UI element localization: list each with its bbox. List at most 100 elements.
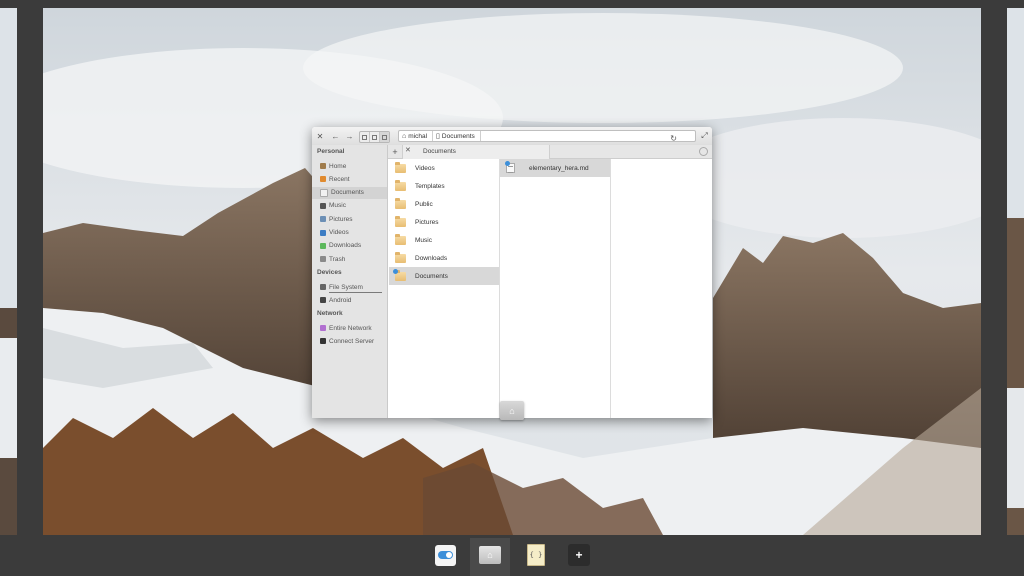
sidebar-item-label: Videos bbox=[329, 229, 349, 236]
folder-label: Pictures bbox=[415, 218, 439, 226]
folder-column: Videos Templates Public Pictures Music Downlo… bbox=[389, 159, 500, 418]
view-switcher bbox=[359, 131, 390, 143]
grid-icon bbox=[362, 134, 367, 140]
breadcrumb-documents[interactable]: ▯ Documents bbox=[433, 131, 481, 141]
network-icon bbox=[320, 325, 326, 331]
sidebar: Personal Home Recent Documents Music Picture… bbox=[312, 145, 388, 418]
arrow-left-icon: ← bbox=[331, 131, 340, 141]
breadcrumb-label: Documents bbox=[441, 132, 475, 140]
list-item[interactable]: Documents bbox=[389, 267, 499, 285]
tab-bar: + ✕ Documents bbox=[388, 145, 712, 159]
pictures-icon bbox=[320, 216, 326, 223]
phone-icon bbox=[320, 297, 326, 304]
workspace-preview-next[interactable] bbox=[1007, 8, 1024, 535]
sidebar-item-label: Downloads bbox=[329, 242, 362, 250]
folder-public-icon bbox=[395, 197, 406, 209]
icon-view-button[interactable] bbox=[360, 132, 370, 142]
tab-label: Documents bbox=[423, 148, 456, 155]
selection-badge-icon bbox=[393, 268, 398, 274]
plus-icon: + bbox=[392, 147, 398, 157]
home-icon bbox=[320, 163, 326, 169]
close-button[interactable]: ✕ bbox=[315, 130, 325, 142]
tab-history-icon[interactable] bbox=[699, 147, 708, 156]
folder-label: Downloads bbox=[415, 254, 448, 262]
folder-label: Templates bbox=[415, 182, 445, 190]
videos-icon bbox=[320, 229, 326, 236]
breadcrumb-home[interactable]: ⌂ michal bbox=[399, 131, 434, 141]
reload-icon[interactable]: ↻ bbox=[670, 134, 677, 143]
arrow-right-icon: → bbox=[345, 131, 354, 141]
wallpaper-image bbox=[0, 8, 17, 535]
list-view-button[interactable] bbox=[370, 132, 380, 142]
sidebar-item-android[interactable]: Android bbox=[312, 294, 387, 306]
new-tab-button[interactable]: + bbox=[390, 146, 400, 158]
sidebar-item-documents[interactable]: Documents bbox=[312, 186, 387, 199]
list-item[interactable]: Pictures bbox=[389, 213, 499, 231]
document-icon bbox=[320, 188, 328, 197]
sidebar-item-label: Documents bbox=[331, 189, 364, 197]
code-app-icon: { } bbox=[527, 544, 545, 566]
forward-button[interactable]: → bbox=[344, 130, 355, 142]
list-item[interactable]: Videos bbox=[389, 159, 499, 177]
dragged-folder-icon[interactable]: ⌂ bbox=[500, 401, 524, 420]
close-icon[interactable]: ✕ bbox=[405, 146, 411, 154]
sidebar-item-label: Home bbox=[329, 162, 347, 170]
sidebar-item-label: Music bbox=[329, 202, 346, 210]
sidebar-header-devices: Devices bbox=[317, 269, 342, 276]
list-item[interactable]: Downloads bbox=[389, 249, 499, 267]
sidebar-item-connect-server[interactable]: Connect Server bbox=[312, 335, 387, 347]
dock-item-files[interactable]: ⌂ bbox=[479, 543, 501, 567]
workspace-preview-previous[interactable] bbox=[0, 8, 17, 535]
sidebar-item-music[interactable]: Music bbox=[312, 200, 387, 212]
close-icon: ✕ bbox=[316, 131, 324, 141]
folder-label: Music bbox=[415, 236, 432, 244]
disk-usage-bar bbox=[329, 292, 382, 293]
folder-videos-icon bbox=[395, 161, 406, 173]
sidebar-item-videos[interactable]: Videos bbox=[312, 227, 387, 239]
selection-badge-icon bbox=[505, 161, 510, 166]
files-app-icon: ⌂ bbox=[479, 546, 501, 564]
text-file-icon bbox=[505, 161, 515, 173]
downloads-icon bbox=[320, 242, 326, 249]
add-workspace-icon: + bbox=[568, 544, 590, 566]
sidebar-item-pictures[interactable]: Pictures bbox=[312, 213, 387, 225]
sidebar-item-label: Trash bbox=[329, 255, 346, 263]
fullscreen-button[interactable]: ⤢ bbox=[700, 130, 709, 142]
sidebar-header-personal: Personal bbox=[317, 148, 345, 155]
wallpaper-image bbox=[1007, 8, 1024, 535]
location-bar[interactable]: ⌂ michal ▯ Documents ↻ bbox=[398, 130, 696, 143]
tab-documents[interactable]: ✕ Documents bbox=[402, 145, 550, 159]
sidebar-item-label: Android bbox=[329, 296, 352, 304]
dock-item-new-workspace[interactable]: + bbox=[568, 543, 590, 567]
dock-item-code[interactable]: { } bbox=[525, 543, 547, 567]
sidebar-item-label: File System bbox=[329, 283, 363, 291]
sidebar-item-downloads[interactable]: Downloads bbox=[312, 240, 387, 252]
sidebar-item-trash[interactable]: Trash bbox=[312, 253, 387, 265]
sidebar-item-entire-network[interactable]: Entire Network bbox=[312, 322, 387, 334]
folder-documents-icon bbox=[393, 268, 406, 281]
list-item[interactable]: Templates bbox=[389, 177, 499, 195]
folder-label: Videos bbox=[415, 164, 435, 172]
back-button[interactable]: ← bbox=[330, 130, 341, 142]
sidebar-item-label: Pictures bbox=[329, 215, 353, 223]
file-manager-window: ✕ ← → ⌂ michal ▯ Documents ↻ ⤢ + ✕ Docum… bbox=[312, 127, 712, 418]
file-column: elementary_hera.md bbox=[500, 159, 611, 418]
list-item[interactable]: elementary_hera.md bbox=[500, 159, 610, 177]
column-view-button[interactable] bbox=[380, 132, 389, 142]
sidebar-item-label: Connect Server bbox=[329, 337, 375, 345]
folder-label: Public bbox=[415, 200, 433, 208]
sidebar-item-recent[interactable]: Recent bbox=[312, 173, 387, 185]
list-item[interactable]: Public bbox=[389, 195, 499, 213]
list-item[interactable]: Music bbox=[389, 231, 499, 249]
dock-item-switchboard[interactable] bbox=[434, 543, 456, 567]
document-icon: ▯ bbox=[436, 133, 440, 140]
music-icon bbox=[320, 202, 326, 209]
folder-music-icon bbox=[395, 233, 406, 245]
drive-icon bbox=[320, 284, 326, 290]
sidebar-header-network: Network bbox=[317, 310, 343, 317]
home-icon: ⌂ bbox=[402, 132, 407, 140]
sidebar-item-home[interactable]: Home bbox=[312, 160, 387, 172]
trash-icon bbox=[320, 256, 326, 263]
sidebar-item-label: Entire Network bbox=[329, 324, 372, 332]
folder-templates-icon bbox=[395, 179, 406, 191]
